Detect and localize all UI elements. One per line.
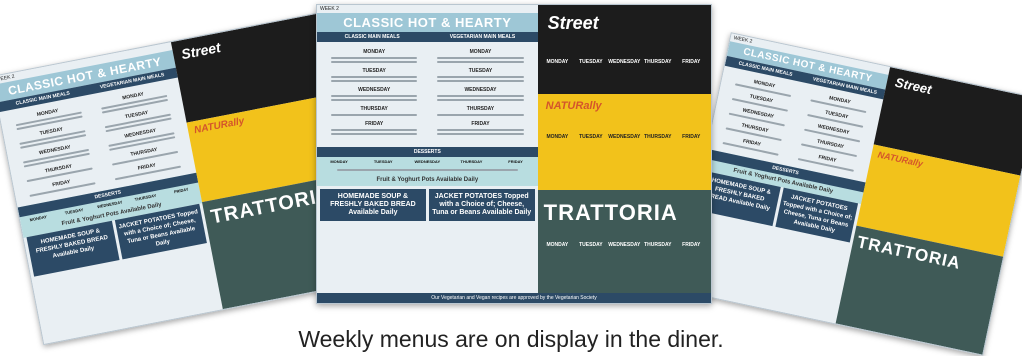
street-logo: Street (179, 38, 222, 63)
desserts-label: DESSERTS (317, 147, 538, 157)
day-label: TUESDAY (362, 68, 386, 74)
day-label: WEDNESDAY (358, 87, 391, 93)
menu-left-column: WEEK 2 CLASSIC HOT & HEARTY CLASSIC MAIN… (317, 5, 538, 303)
naturally-logo: NATURally (193, 115, 246, 136)
dessert-day: FRIDAY (508, 159, 523, 164)
naturally-day: FRIDAY (682, 134, 701, 141)
menu-right-column: Street MONDAY TUESDAY WEDNESDAY THURSDAY FRI… (537, 5, 711, 303)
day-label: TUESDAY (468, 68, 493, 74)
day-label: THURSDAY (360, 106, 388, 112)
street-day: TUESDAY (579, 59, 603, 65)
naturally-day: MONDAY (546, 134, 569, 141)
trattoria-title: TRATTORIA (543, 199, 678, 225)
week-label: WEEK 2 (320, 6, 339, 12)
trattoria-day: FRIDAY (682, 241, 701, 248)
dessert-day: THURSDAY (460, 159, 483, 164)
classic-label: CLASSIC MAIN MEALS (344, 34, 400, 40)
day-label: FRIDAY (365, 121, 384, 127)
veg-label: VEGETARIAN MAIN MEALS (449, 34, 516, 40)
soup-box: HOMEMADE SOUP & FRESHLY BAKED BREAD Avai… (320, 189, 426, 221)
street-day: THURSDAY (644, 59, 672, 65)
naturally-day: WEDNESDAY (608, 134, 641, 141)
day-label: MONDAY (469, 49, 492, 55)
street-day: FRIDAY (682, 59, 701, 65)
menu-footer: Our Vegetarian and Vegan recipes are app… (317, 293, 711, 303)
street-day: MONDAY (546, 59, 569, 65)
menu-title: CLASSIC HOT & HEARTY (317, 13, 538, 32)
trattoria-day: MONDAY (546, 241, 569, 248)
street-logo: Street (547, 13, 599, 33)
naturally-day: TUESDAY (579, 134, 603, 141)
trattoria-day: WEDNESDAY (608, 241, 641, 248)
day-label: MONDAY (363, 49, 386, 55)
naturally-logo: NATURally (545, 100, 602, 113)
dessert-day: TUESDAY (373, 159, 393, 164)
trattoria-day: TUESDAY (579, 241, 603, 248)
naturally-day: THURSDAY (644, 134, 672, 141)
trattoria-day: THURSDAY (644, 241, 672, 248)
jacket-box: JACKET POTATOES Topped with a Choice of;… (428, 189, 535, 221)
menu-sheet-right: WEEK 2 CLASSIC HOT & HEARTY CLASSIC MAIN… (675, 32, 1022, 356)
photo-caption: Weekly menus are on display in the diner… (298, 326, 724, 352)
street-logo: Street (893, 74, 933, 98)
day-label: FRIDAY (471, 121, 490, 127)
fruit-text: Fruit & Yoghurt Pots Available Daily (376, 177, 479, 183)
street-day: WEDNESDAY (608, 59, 641, 65)
day-label: THURSDAY (466, 106, 495, 112)
dessert-day: MONDAY (330, 159, 348, 164)
day-label: WEDNESDAY (464, 87, 497, 93)
dessert-day: WEDNESDAY (414, 159, 441, 164)
menu-sheet-center: WEEK 2 CLASSIC HOT & HEARTY CLASSIC MAIN… (316, 4, 712, 304)
